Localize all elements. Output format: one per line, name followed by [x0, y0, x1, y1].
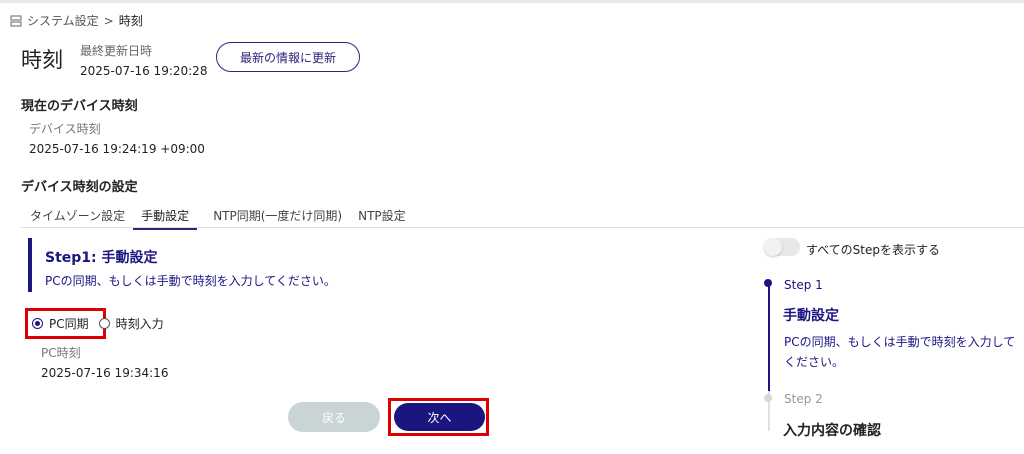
stepper-step1-description: PCの同期、もしくは手動で時刻を入力してください。 — [784, 335, 1016, 369]
tabs-divider — [20, 227, 1024, 228]
page-title: 時刻 — [21, 48, 63, 72]
stepper-step1-title: 手動設定 — [783, 308, 839, 324]
breadcrumb-parent[interactable]: システム設定 — [27, 12, 99, 29]
back-button[interactable]: 戻る — [288, 402, 380, 432]
breadcrumb-current: 時刻 — [118, 14, 143, 28]
radio-manual-input[interactable] — [98, 318, 110, 329]
radio-pc-sync-label[interactable]: PC同期 — [49, 315, 89, 332]
device-time-value: 2025-07-16 19:24:19 +09:00 — [29, 142, 205, 156]
top-border — [0, 0, 1024, 3]
stepper-step1-label: Step 1 — [784, 278, 823, 292]
stepper-step2-label: Step 2 — [784, 392, 823, 406]
refresh-button[interactable]: 最新の情報に更新 — [216, 42, 360, 72]
step-title: Step1: 手動設定 — [45, 250, 158, 266]
sync-method-radio-group: PC同期 時刻入力 — [32, 315, 164, 332]
stepper-dot-step1 — [764, 279, 772, 287]
device-time-heading: 現在のデバイス時刻 — [21, 99, 138, 114]
toggle-knob — [764, 238, 782, 256]
radio-pc-sync[interactable] — [32, 318, 43, 329]
show-all-steps-label: すべてのStepを表示する — [806, 243, 941, 257]
next-button[interactable]: 次へ — [394, 403, 485, 431]
device-time-label: デバイス時刻 — [29, 122, 101, 136]
radio-manual-input-label[interactable]: 時刻入力 — [116, 315, 164, 332]
last-updated-value: 2025-07-16 19:20:28 — [80, 64, 208, 78]
breadcrumb-separator: > — [103, 13, 114, 28]
last-updated-label: 最終更新日時 — [80, 44, 153, 58]
time-settings-heading: デバイス時刻の設定 — [21, 180, 138, 195]
stepper-step2-title: 入力内容の確認 — [783, 423, 881, 439]
stepper-dot-step2 — [764, 394, 772, 402]
step-accent-bar — [28, 238, 32, 292]
breadcrumb: システム設定 > 時刻 — [10, 12, 143, 29]
pc-time-label: PC時刻 — [41, 346, 81, 360]
step-description: PCの同期、もしくは手動で時刻を入力してください。 — [45, 274, 336, 288]
show-all-steps-toggle[interactable] — [764, 238, 800, 256]
stepper-line-active — [768, 283, 770, 391]
pc-time-value: 2025-07-16 19:34:16 — [41, 366, 169, 380]
server-icon — [10, 15, 22, 26]
